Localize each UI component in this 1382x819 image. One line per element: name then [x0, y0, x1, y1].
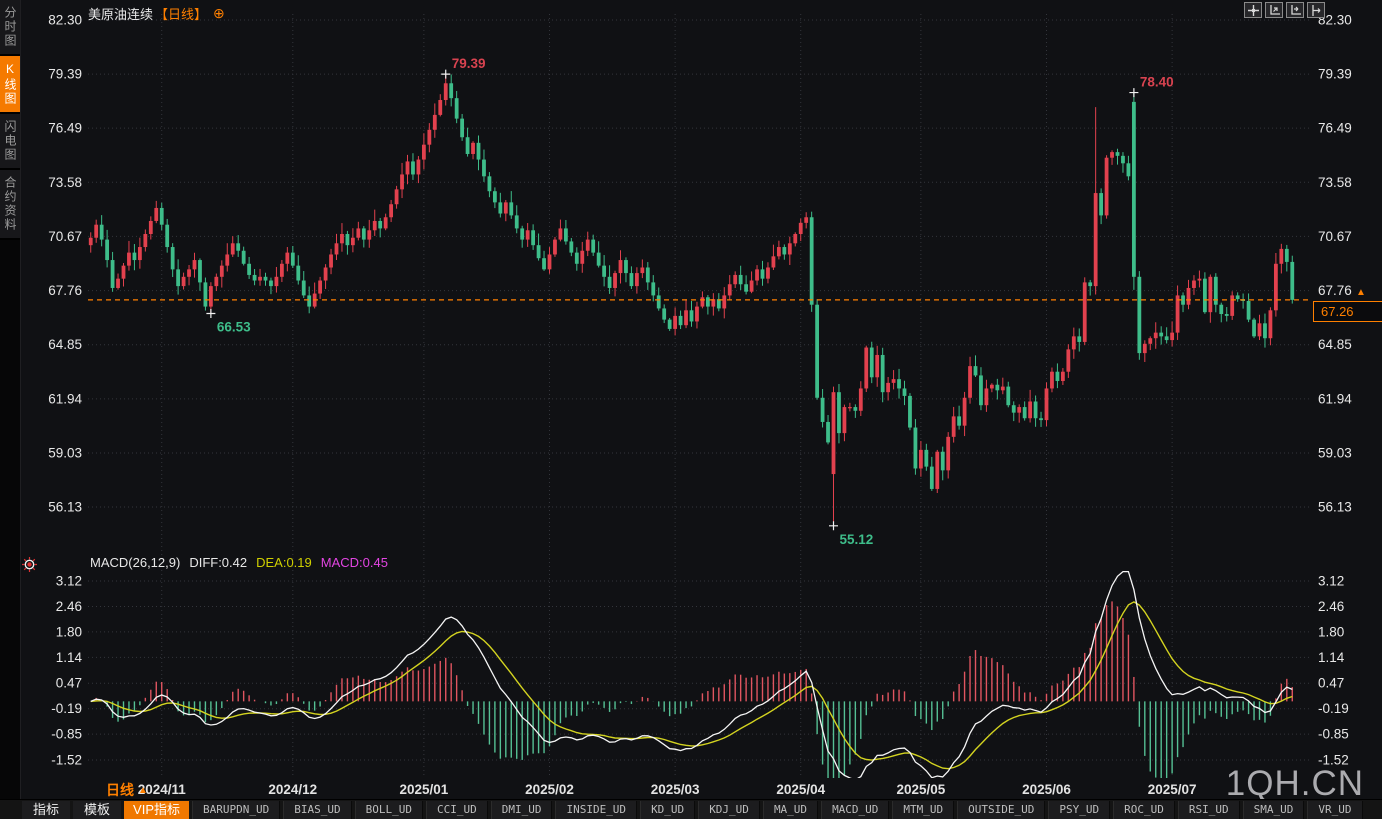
macd-diff-value: DIFF:0.42 [189, 555, 248, 570]
axis-pan-right-icon[interactable] [1307, 2, 1325, 18]
sidebar-tab-1[interactable]: 分时图 [0, 0, 20, 56]
sidebar-tab-4[interactable]: 合约资料 [0, 170, 20, 240]
axis-label: 2.46 [56, 599, 82, 614]
axis-label: 67.76 [1318, 283, 1352, 298]
axis-label: 59.03 [48, 446, 82, 461]
indicator-button-sma_ud[interactable]: SMA_UD [1242, 800, 1305, 819]
indicator-button-roc_ud[interactable]: ROC_UD [1113, 800, 1175, 819]
axis-label: -1.52 [51, 753, 82, 768]
axis-label: 67.76 [48, 283, 82, 298]
axis-label: 76.49 [1318, 121, 1352, 136]
axis-zoom-icon[interactable] [1265, 2, 1283, 18]
axis-label: 0.47 [1318, 676, 1344, 691]
price-marker-label: 78.40 [1140, 75, 1174, 90]
indicator-button-vip指标[interactable]: VIP指标 [124, 800, 189, 819]
axis-pan-left-icon[interactable] [1286, 2, 1304, 18]
indicator-button-vr_ud[interactable]: VR_UD [1307, 800, 1363, 819]
axis-label: 73.58 [48, 175, 82, 190]
indicator-button-模板[interactable]: 模板 [73, 800, 122, 819]
symbol-title: 美原油连续 [88, 7, 154, 22]
axis-label: 1.14 [56, 650, 83, 665]
indicator-toolbar: 指标 模板 VIP指标 BARUPDN_UD BIAS_UD BOLL_UD CCI_UD D… [0, 799, 1382, 819]
period-bracket-label: 【日线】 [155, 7, 208, 22]
axis-label: -0.19 [51, 701, 82, 716]
axis-label: -0.85 [51, 727, 82, 742]
sidebar-tab-label: 闪电图 [3, 120, 17, 162]
price-up-arrow-icon: ▲ [1356, 287, 1366, 298]
indicator-button-inside_ud[interactable]: INSIDE_UD [555, 800, 638, 819]
alert-icon[interactable] [21, 556, 38, 578]
price-marker-label: 55.12 [840, 532, 874, 547]
axis-label: 64.85 [48, 337, 82, 352]
date-axis-label: 2025/07 [1148, 782, 1197, 797]
axis-label: 0.47 [56, 676, 82, 691]
macd-header: MACD(26,12,9) DIFF:0.42 DEA:0.19 MACD:0.… [90, 555, 388, 570]
axis-label: 73.58 [1318, 175, 1352, 190]
watermark: 1QH.CN [1225, 764, 1364, 803]
current-price-tag: 67.26 [1313, 301, 1382, 322]
price-marker-label: 66.53 [217, 319, 251, 334]
axis-label: 1.80 [56, 624, 82, 639]
axis-label: 64.85 [1318, 337, 1352, 352]
date-axis-label: 2025/01 [399, 782, 448, 797]
axis-label: 82.30 [48, 13, 82, 28]
indicator-button-指标[interactable]: 指标 [22, 800, 71, 819]
indicator-button-cci_ud[interactable]: CCI_UD [425, 800, 488, 819]
axis-label: 79.39 [48, 67, 82, 82]
axis-label: 2.46 [1318, 599, 1344, 614]
axis-label: -0.19 [1318, 701, 1349, 716]
date-axis-label: 2025/03 [651, 782, 700, 797]
sidebar-tab-label: 分时图 [3, 6, 17, 48]
sidebar-tab-label: 合约资料 [3, 176, 17, 232]
axis-label: 3.12 [56, 574, 82, 589]
axis-label: 56.13 [48, 500, 82, 515]
period-selector[interactable]: 日线 ▲ [106, 780, 148, 800]
sidebar-tab-2[interactable]: K线图 [0, 56, 20, 114]
axis-label: 61.94 [1318, 391, 1352, 406]
indicator-button-boll_ud[interactable]: BOLL_UD [354, 800, 423, 819]
price-marker-label: 79.39 [452, 56, 486, 71]
indicator-button-dmi_ud[interactable]: DMI_UD [490, 800, 553, 819]
indicator-button-psy_ud[interactable]: PSY_UD [1048, 800, 1111, 819]
chevron-up-icon: ▲ [138, 784, 148, 796]
axis-label: 56.13 [1318, 500, 1352, 515]
period-selector-label: 日线 [106, 782, 134, 798]
indicator-button-macd_ud[interactable]: MACD_UD [821, 800, 890, 819]
sidebar-tab-label: K线图 [3, 62, 17, 106]
chart-type-sidebar: 分时图 K线图 闪电图 合约资料 [0, 0, 21, 819]
indicator-button-bias_ud[interactable]: BIAS_UD [283, 800, 352, 819]
macd-dea-value: DEA:0.19 [256, 555, 312, 570]
date-axis-label: 2025/06 [1022, 782, 1071, 797]
axis-label: 79.39 [1318, 67, 1352, 82]
macd-macd-value: MACD:0.45 [320, 555, 388, 570]
axis-label: -0.85 [1318, 727, 1349, 742]
axis-label: 59.03 [1318, 446, 1352, 461]
axis-label: 3.12 [1318, 574, 1344, 589]
axis-label: 70.67 [1318, 229, 1352, 244]
axis-label: 1.80 [1318, 624, 1344, 639]
date-axis-label: 2024/12 [268, 782, 317, 797]
axis-label: 76.49 [48, 121, 82, 136]
indicator-button-outside_ud[interactable]: OUTSIDE_UD [957, 800, 1046, 819]
indicator-button-kd_ud[interactable]: KD_UD [640, 800, 696, 819]
chart-title-bar: 美原油连续 【日线】 ⊕ [88, 4, 225, 23]
axis-label: 61.94 [48, 391, 82, 406]
date-axis-label: 2025/02 [525, 782, 574, 797]
macd-formula-label: MACD(26,12,9) [90, 555, 181, 570]
kline-window: 82.30 82.30 79.39 79.39 76.49 76.49 73.58 73.58… [0, 0, 1382, 819]
axis-label: 70.67 [48, 229, 82, 244]
sidebar-tab-3[interactable]: 闪电图 [0, 114, 20, 170]
crosshair-icon[interactable] [1244, 2, 1262, 18]
circle-plus-icon[interactable]: ⊕ [213, 6, 225, 20]
indicator-button-rsi_ud[interactable]: RSI_UD [1177, 800, 1240, 819]
indicator-button-barupdn_ud[interactable]: BARUPDN_UD [192, 800, 281, 819]
indicator-button-kdj_ud[interactable]: KDJ_UD [698, 800, 760, 819]
indicator-button-ma_ud[interactable]: MA_UD [762, 800, 819, 819]
chart-tool-icons [1244, 2, 1325, 18]
kline-macd-chart[interactable]: 82.30 82.3079.39 79.3976.49 76.4973.58 73.58… [0, 0, 1382, 819]
axis-label: 1.14 [1318, 650, 1345, 665]
date-axis-label: 2025/04 [776, 782, 825, 797]
date-axis-label: 2025/05 [896, 782, 945, 797]
indicator-button-mtm_ud[interactable]: MTM_UD [892, 800, 955, 819]
